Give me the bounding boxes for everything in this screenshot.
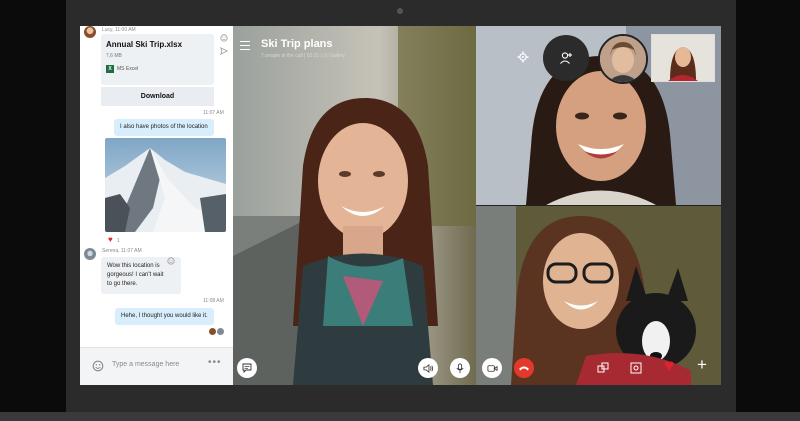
webcam-dot: [397, 8, 403, 14]
heart-react-icon[interactable]: ♥: [664, 357, 674, 374]
emoji-icon[interactable]: [92, 360, 104, 372]
timestamp: 11:07 AM: [203, 110, 224, 116]
add-icon[interactable]: +: [697, 356, 707, 373]
switch-layout-icon[interactable]: [597, 362, 609, 374]
download-button[interactable]: Download: [101, 86, 214, 106]
add-person-icon: [560, 52, 572, 64]
emoji-react-icon[interactable]: [167, 257, 175, 265]
speaker-button[interactable]: [418, 358, 438, 378]
shared-photo-mountain[interactable]: [105, 138, 226, 232]
more-options-icon[interactable]: •••: [208, 357, 222, 368]
skype-window: Lucy, 11:00 AM Annual Ski Trip.xlsx 7,6 …: [80, 26, 721, 385]
microphone-button[interactable]: [450, 358, 470, 378]
heart-reaction-icon[interactable]: ♥: [108, 235, 113, 244]
file-size: 7,6 MB: [106, 53, 122, 59]
file-name: Annual Ski Trip.xlsx: [106, 40, 183, 49]
forward-icon[interactable]: [220, 47, 228, 55]
chat-panel: Lucy, 11:00 AM Annual Ski Trip.xlsx 7,6 …: [80, 26, 233, 385]
message-composer: Type a message here •••: [80, 347, 233, 385]
message-bubble-outgoing: I also have photos of the location: [114, 119, 214, 136]
main-video-feed: [233, 26, 476, 385]
message-line: to go there.: [107, 281, 138, 287]
hamburger-menu-icon[interactable]: [240, 41, 250, 50]
message-line: Wow this location is: [107, 263, 160, 269]
laptop-base: [0, 412, 800, 421]
end-call-button[interactable]: [514, 358, 534, 378]
file-app: X MS Excel: [106, 65, 138, 73]
chat-bubble-icon: [242, 363, 252, 373]
video-camera-icon: [487, 364, 497, 372]
excel-icon: X: [106, 65, 114, 73]
serena-meta: Serena, 11:07 AM: [102, 248, 142, 254]
avatar-lucy: [84, 26, 96, 38]
file-card[interactable]: Annual Ski Trip.xlsx 7,6 MB X MS Excel: [101, 34, 214, 85]
settings-gear-icon[interactable]: [517, 51, 529, 63]
message-bubble-outgoing: Hehe, I thought you would like it.: [115, 308, 214, 325]
timestamp: 11:08 AM: [203, 298, 224, 304]
snapshot-icon[interactable]: [630, 362, 642, 374]
hang-up-icon: [519, 366, 529, 371]
self-view-preview[interactable]: [651, 34, 715, 82]
video-toggle-button[interactable]: [482, 358, 502, 378]
message-input[interactable]: Type a message here: [112, 361, 179, 368]
microphone-icon: [456, 363, 464, 373]
call-subtitle: 7 people in the call | 02:21 | ⊡ Gallery: [261, 53, 345, 59]
avatar-serena: [84, 248, 96, 260]
heart-count: 1: [117, 238, 120, 244]
add-participant-button[interactable]: [543, 35, 589, 81]
file-sender-meta: Lucy, 11:00 AM: [102, 27, 136, 33]
video-tile-bottom-right[interactable]: [476, 206, 721, 385]
read-receipt-avatar: [217, 328, 224, 335]
emoji-react-icon[interactable]: [220, 34, 228, 42]
read-receipt-avatar: [209, 328, 216, 335]
message-line: gorgeous! I can't wait: [107, 272, 164, 278]
file-app-label: MS Excel: [117, 66, 139, 72]
participant-avatar-thumbnail[interactable]: [598, 34, 648, 84]
call-title: Ski Trip plans: [261, 38, 333, 50]
speaker-icon: [423, 363, 433, 373]
chat-toggle-button[interactable]: [237, 358, 257, 378]
